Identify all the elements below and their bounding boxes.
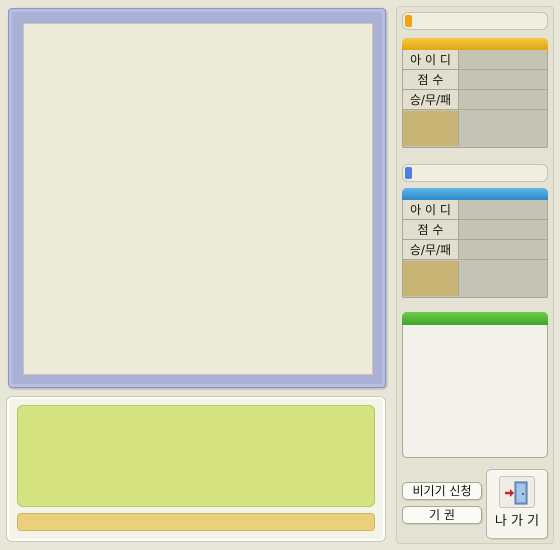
chat-panel — [6, 396, 386, 542]
player1-record-value — [459, 90, 547, 110]
player1-id-value — [459, 50, 547, 70]
exit-label: 나 가 기 — [494, 514, 540, 529]
player2-record-value — [459, 240, 547, 260]
player2-marker — [405, 167, 412, 179]
game-board-frame — [8, 8, 386, 388]
player2-score-row: 점 수 — [403, 220, 547, 240]
game-board[interactable] — [23, 23, 373, 375]
chat-log[interactable] — [17, 405, 375, 507]
record-label: 승/무/패 — [403, 90, 459, 110]
spectator-list[interactable] — [402, 312, 548, 458]
player2-avatar — [403, 261, 459, 296]
score-label: 점 수 — [403, 220, 459, 240]
player1-card: 아 이 디 점 수 승/무/패 — [402, 38, 548, 148]
spectator-list-header — [402, 312, 548, 325]
side-panel: 아 이 디 점 수 승/무/패 아 이 디 점 수 승/무/패 비기기 신청 기… — [396, 6, 554, 544]
resign-button[interactable]: 기 권 — [402, 506, 482, 524]
player1-record-row: 승/무/패 — [403, 90, 547, 110]
score-label: 점 수 — [403, 70, 459, 90]
player1-score-row: 점 수 — [403, 70, 547, 90]
exit-door-icon — [499, 476, 535, 508]
player1-marker — [405, 15, 412, 27]
exit-button[interactable]: 나 가 기 — [486, 469, 548, 539]
player2-score-value — [459, 220, 547, 240]
player2-id-row: 아 이 디 — [403, 200, 547, 220]
id-label: 아 이 디 — [403, 50, 459, 70]
player2-record-row: 승/무/패 — [403, 240, 547, 260]
player2-name-bar — [402, 164, 548, 182]
draw-request-button[interactable]: 비기기 신청 — [402, 482, 482, 500]
player1-info-area — [459, 111, 547, 146]
player1-name-bar — [402, 12, 548, 30]
player2-card-header — [402, 188, 548, 200]
player1-score-value — [459, 70, 547, 90]
id-label: 아 이 디 — [403, 200, 459, 220]
player1-card-header — [402, 38, 548, 50]
chat-input[interactable] — [17, 513, 375, 531]
player1-id-row: 아 이 디 — [403, 50, 547, 70]
player2-info-area — [459, 261, 547, 296]
player1-avatar — [403, 111, 459, 146]
player2-card: 아 이 디 점 수 승/무/패 — [402, 188, 548, 298]
record-label: 승/무/패 — [403, 240, 459, 260]
player2-id-value — [459, 200, 547, 220]
